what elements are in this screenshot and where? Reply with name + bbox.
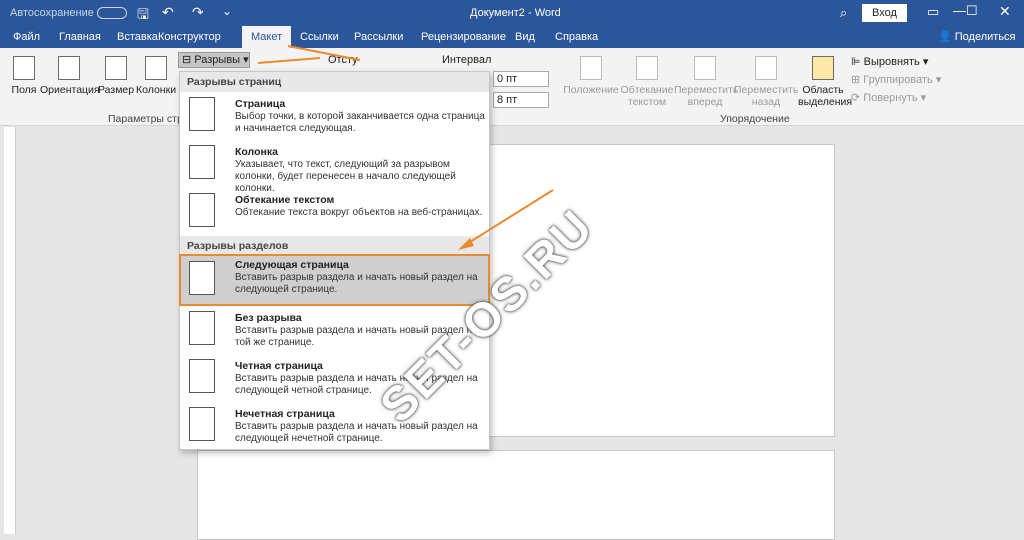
arrowhead: [458, 238, 474, 250]
arrow-to-layout-tab: [287, 45, 361, 61]
arrow-to-breaks-button: [257, 57, 321, 64]
